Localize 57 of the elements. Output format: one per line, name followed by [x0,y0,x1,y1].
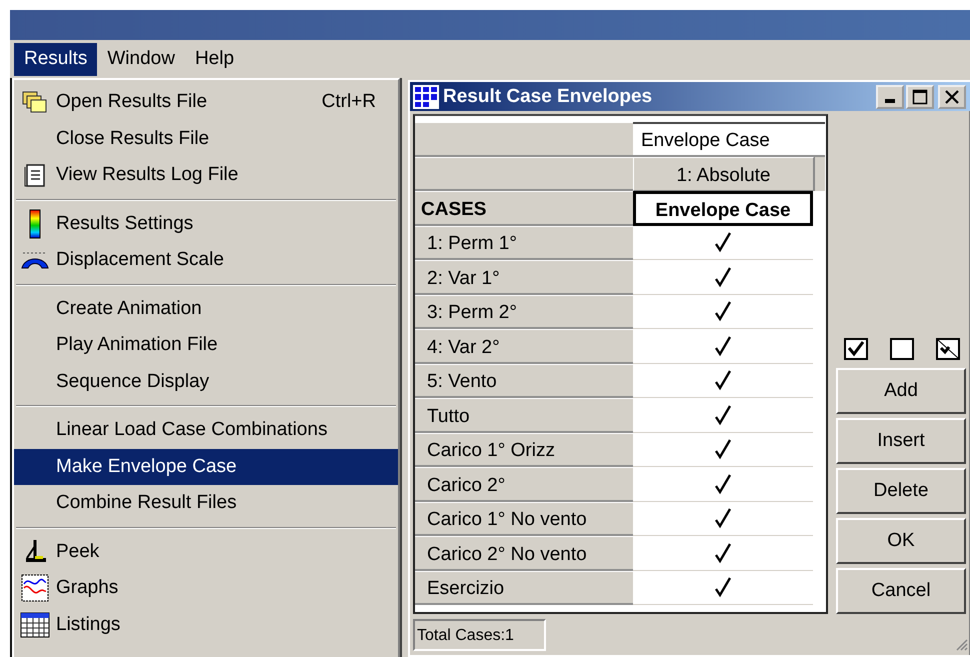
menu-option[interactable]: Open Results File Ctrl+R [14,84,398,120]
row-header: Carico 2° No vento [415,536,633,570]
table-icon [20,612,50,638]
row-header: 5: Vento [415,364,633,398]
displacement-icon [21,250,49,270]
row-header: Esercizio [415,570,633,605]
row-header: 2: Var 1° [415,260,633,294]
column-header: CASES [415,191,633,226]
menu-option[interactable]: Combine Result Files [14,485,398,522]
dialog-title: Result Case Envelopes [443,86,654,108]
empty-box-icon [890,338,914,360]
menu-option[interactable]: Linear Load Case Combinations [14,412,398,448]
maximize-button[interactable] [906,84,934,108]
row-header: Tutto [415,398,633,432]
row-header: 4: Var 2° [415,329,633,364]
mode-button[interactable]: 1: Absolute [633,156,814,191]
menu-option[interactable]: Displacement Scale [14,242,398,278]
column-header: Envelope Case [633,191,813,226]
input-field[interactable]: Envelope Case [633,122,825,154]
menu-option[interactable]: Play Animation File [14,327,398,364]
row-header: Carico 1° Orizz [415,432,633,467]
menu-option[interactable]: Listings [14,606,398,643]
color-scale-icon [29,208,41,239]
notepad-icon [24,162,46,188]
grid-icon [412,84,440,110]
menu-option[interactable]: Peek [14,534,398,570]
close-button[interactable] [938,84,966,108]
menu-option[interactable]: Create Animation [14,290,398,327]
menu-item[interactable]: Help [184,42,244,76]
menu-option[interactable]: Sequence Display [14,364,398,400]
checked-box-icon [844,338,868,360]
menu-item[interactable]: Results [14,42,98,76]
menu-option[interactable]: Make Envelope Case [14,448,398,485]
status-text: Total Cases:1 [413,619,546,651]
scrollbar[interactable] [814,156,825,191]
minimize-button[interactable] [876,84,904,108]
menu-option[interactable]: View Results Log File [14,157,398,194]
toggle-box-icon [936,338,960,360]
row-header: 1: Perm 1° [415,226,633,260]
close-icon [944,88,960,104]
menu-option[interactable]: Graphs [14,570,398,606]
dialog-button[interactable]: Delete [836,468,966,514]
graph-icon [21,574,49,602]
dialog-button[interactable]: Insert [836,418,966,464]
maximize-icon [912,88,928,104]
row-header: Carico 1° No vento [415,502,633,536]
folders-icon [22,90,48,114]
resize-grip-icon[interactable] [954,637,968,651]
dialog-button[interactable]: Cancel [836,568,966,614]
row-header: 3: Perm 2° [415,294,633,329]
row-header: Carico 2° [415,467,633,502]
dialog-button[interactable]: OK [836,518,966,564]
menu-option[interactable]: Results Settings [14,206,398,242]
minimize-icon [885,98,895,102]
dialog-button[interactable]: Add [836,368,966,414]
menu-option[interactable]: Close Results File [14,120,398,157]
menu-item[interactable]: Window [97,42,185,76]
